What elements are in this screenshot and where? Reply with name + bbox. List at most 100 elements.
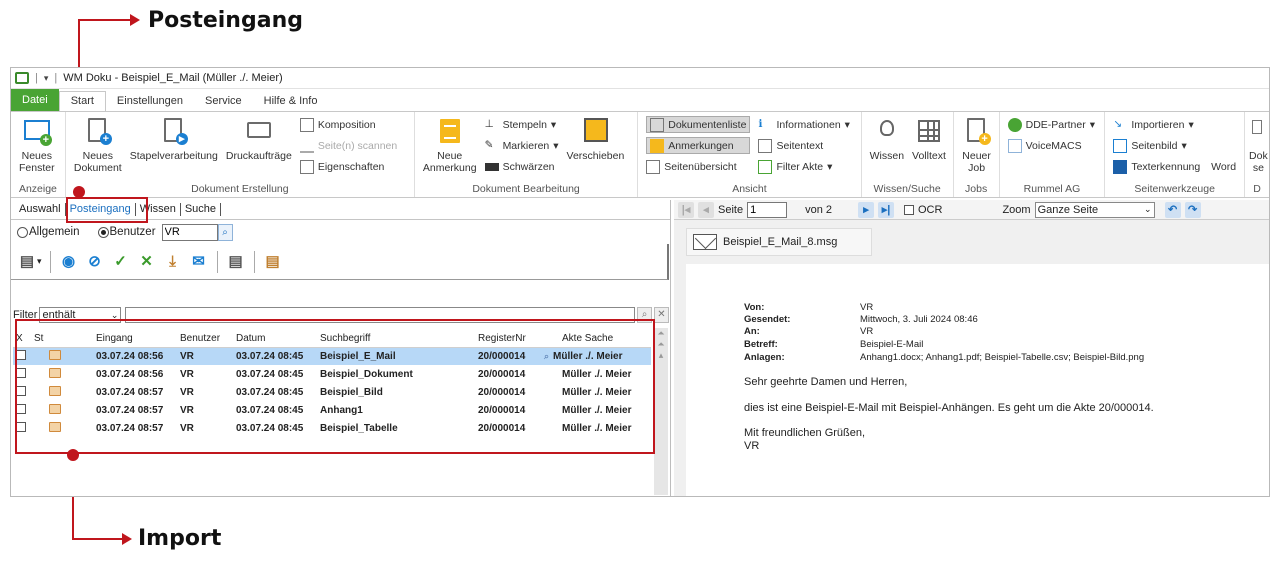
cell-registernr: 20/000014	[478, 368, 526, 380]
anmerkungen-toggle[interactable]: Anmerkungen	[646, 137, 751, 154]
informationen-button[interactable]: ℹ Informationen ▾	[758, 116, 850, 133]
dde-partner-button[interactable]: DDE-Partner ▾	[1007, 116, 1095, 133]
benutzer-input[interactable]	[161, 223, 218, 241]
table-row[interactable]: 03.07.24 08:57 VR 03.07.24 08:45 Anhang1…	[13, 401, 651, 419]
dokumentenliste-toggle[interactable]: Dokumentenliste	[646, 116, 751, 133]
tab-auswahl[interactable]: Auswahl	[15, 203, 66, 216]
col-eingang[interactable]: Eingang	[93, 331, 177, 348]
markieren-button[interactable]: ✎ Markieren ▾	[485, 137, 559, 154]
filter-akte-button[interactable]: Filter Akte ▾	[758, 158, 850, 175]
filter-mode-value: enthält	[42, 309, 76, 321]
neues-dokument-button[interactable]: + Neues Dokument	[70, 116, 126, 174]
eigenschaften-button[interactable]: Eigenschaften	[299, 158, 397, 175]
filter-clear-icon[interactable]: ✕	[654, 307, 669, 323]
schwaerzen-button[interactable]: Schwärzen	[484, 158, 559, 175]
first-page-icon[interactable]: |◂	[678, 201, 694, 218]
prev-page-icon[interactable]: ◂	[698, 201, 714, 218]
document-add-icon[interactable]: ▤	[263, 252, 283, 272]
texterkennung-button[interactable]: Texterkennung Word	[1113, 158, 1236, 175]
radio-benutzer[interactable]	[97, 226, 109, 238]
table-row[interactable]: 03.07.24 08:56 VR 03.07.24 08:45 Beispie…	[13, 365, 651, 383]
row-checkbox[interactable]	[16, 403, 26, 414]
filter-mode-select[interactable]: enthält ⌄	[39, 307, 122, 323]
tab-einstellungen[interactable]: Einstellungen	[106, 92, 194, 111]
neue-anmerkung-button[interactable]: Neue Anmerkung	[419, 116, 481, 174]
neues-fenster-button[interactable]: + Neues Fenster	[15, 116, 59, 174]
table-row[interactable]: 03.07.24 08:57 VR 03.07.24 08:45 Beispie…	[13, 383, 651, 401]
attachment-tab[interactable]: Beispiel_E_Mail_8.msg	[686, 228, 872, 256]
check-circle-icon[interactable]: ✓	[111, 252, 131, 272]
ocr-checkbox[interactable]	[904, 204, 914, 215]
viewer-pane: |◂ ◂ Seite von 2 ▸ ▸| OCR Zoom Ganze Sei…	[674, 200, 1269, 496]
qat-separator: |	[35, 72, 38, 84]
fulltext-grid-icon	[914, 116, 944, 146]
importieren-button[interactable]: ↘ Importieren ▾	[1113, 116, 1236, 133]
title-bar: | ▾ | WM Doku - Beispiel_E_Mail (Müller …	[11, 68, 1269, 89]
search-icon[interactable]: ⌕	[217, 223, 233, 241]
dde-partner-label: DDE-Partner	[1025, 118, 1086, 131]
row-checkbox[interactable]	[16, 385, 26, 396]
filter-search-icon[interactable]: ⌕	[637, 307, 652, 323]
left-tabs: Auswahl Posteingang Wissen Suche	[11, 200, 670, 220]
last-page-icon[interactable]: ▸|	[878, 201, 894, 218]
magnifier-icon[interactable]: ⌕	[544, 351, 549, 361]
eye-crossed-icon[interactable]: ⊘	[85, 252, 105, 272]
tab-suche[interactable]: Suche	[181, 203, 222, 216]
row-checkbox[interactable]	[16, 421, 26, 432]
mail-sync-icon[interactable]: ✉	[189, 252, 209, 272]
dok-button[interactable]: Dok se	[1249, 116, 1268, 174]
ansicht-col-1: Dokumentenliste Anmerkungen Seitenübersi…	[642, 116, 754, 175]
scroll-page-up-icon[interactable]: ⏶	[657, 339, 664, 349]
new-document-dropdown-icon[interactable]: ▤	[17, 252, 37, 272]
document-move-icon[interactable]: ▤	[226, 252, 246, 272]
druckauftraege-button[interactable]: Druckaufträge	[222, 116, 296, 162]
neuer-job-button[interactable]: + Neuer Job	[958, 116, 996, 174]
table-header-row: X St Eingang Benutzer Datum Suchbegriff …	[13, 331, 651, 348]
scroll-up-icon[interactable]: ▴	[659, 350, 664, 360]
scroll-top-icon[interactable]: ⏶	[657, 328, 664, 338]
volltext-button[interactable]: Volltext	[908, 116, 950, 162]
col-benutzer[interactable]: Benutzer	[177, 331, 233, 348]
voicemacs-button[interactable]: VoiceMACS	[1007, 137, 1095, 154]
qat-dropdown-icon[interactable]: ▾	[44, 73, 49, 84]
word-label: Word	[1211, 160, 1237, 173]
tab-service[interactable]: Service	[194, 92, 253, 111]
col-registernr[interactable]: RegisterNr	[475, 331, 559, 348]
tab-hilfe-info[interactable]: Hilfe & Info	[253, 92, 329, 111]
download-tray-icon[interactable]: ⤓	[163, 252, 183, 272]
tab-wissen[interactable]: Wissen	[136, 203, 181, 216]
x-circle-icon[interactable]: ✕	[137, 252, 157, 272]
col-datum[interactable]: Datum	[233, 331, 317, 348]
table-row[interactable]: 03.07.24 08:57 VR 03.07.24 08:45 Beispie…	[13, 419, 651, 437]
rotate-left-icon[interactable]: ↶	[1164, 201, 1181, 218]
next-page-icon[interactable]: ▸	[858, 201, 874, 218]
seitentext-button[interactable]: Seitentext	[758, 137, 850, 154]
filter-input[interactable]	[125, 307, 635, 323]
row-checkbox[interactable]	[16, 349, 26, 360]
verschieben-button[interactable]: Verschieben	[563, 116, 629, 162]
page-number-input[interactable]	[747, 201, 788, 218]
table-row[interactable]: 03.07.24 08:56 VR 03.07.24 08:45 Beispie…	[13, 347, 651, 365]
komposition-button[interactable]: Komposition	[299, 116, 397, 133]
rummel-buttons: DDE-Partner ▾ VoiceMACS	[1004, 116, 1099, 154]
chevron-down-icon[interactable]: ▾	[37, 256, 42, 267]
tab-datei[interactable]: Datei	[11, 89, 59, 111]
row-checkbox[interactable]	[16, 367, 26, 378]
col-st[interactable]: St	[31, 331, 93, 348]
tab-start[interactable]: Start	[58, 91, 106, 111]
rotate-right-icon[interactable]: ↷	[1184, 201, 1201, 218]
col-suchbegriff[interactable]: Suchbegriff	[317, 331, 475, 348]
zoom-select[interactable]: Ganze Seite ⌄	[1034, 201, 1155, 218]
wissen-button[interactable]: Wissen	[866, 116, 908, 162]
seitenuebersicht-toggle[interactable]: Seitenübersicht	[646, 158, 750, 175]
eye-icon[interactable]: ◉	[59, 252, 79, 272]
stempeln-button[interactable]: ⊥ Stempeln ▾	[485, 116, 559, 133]
filter-row: Filter enthält ⌄ ⌕ ✕	[13, 306, 669, 324]
col-akte-sache[interactable]: Akte Sache	[559, 331, 651, 348]
seiten-scannen-button[interactable]: Seite(n) scannen	[299, 137, 397, 154]
seitenbild-button[interactable]: Seitenbild ▾	[1113, 137, 1236, 154]
col-x[interactable]: X	[13, 331, 31, 348]
stapelverarbeitung-button[interactable]: ▸ Stapelverarbeitung	[126, 116, 222, 162]
radio-allgemein[interactable]	[17, 226, 28, 238]
tab-posteingang[interactable]: Posteingang	[66, 203, 136, 216]
